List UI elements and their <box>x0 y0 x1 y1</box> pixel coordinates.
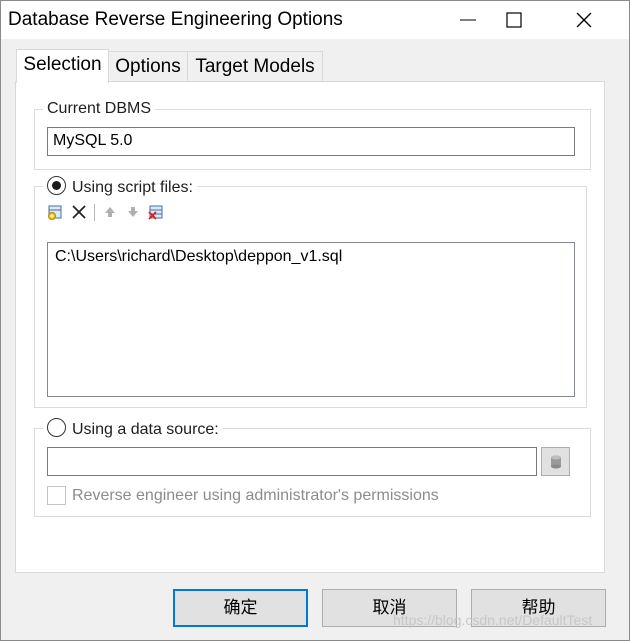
data-source-group: Using a data source: Reverse engineer us… <box>34 418 591 517</box>
delete-icon[interactable] <box>71 204 87 220</box>
script-files-list[interactable]: C:\Users\richard\Desktop\deppon_v1.sql <box>47 242 575 397</box>
script-files-legend: Using script files: <box>43 176 197 198</box>
list-item[interactable]: C:\Users\richard\Desktop\deppon_v1.sql <box>55 247 342 267</box>
tab-selection[interactable]: Selection <box>16 49 109 83</box>
move-down-icon[interactable] <box>125 204 141 220</box>
maximize-button[interactable] <box>491 1 537 39</box>
dbms-field[interactable]: MySQL 5.0 <box>47 127 575 156</box>
script-files-group: Using script files: C:\Users\richard\Des <box>34 176 587 408</box>
admin-permissions-label: Reverse engineer using administrator's p… <box>72 487 439 504</box>
maximize-icon <box>506 12 522 28</box>
script-files-label: Using script files: <box>72 179 193 196</box>
current-dbms-label: Current DBMS <box>43 99 156 119</box>
current-dbms-group: Current DBMS MySQL 5.0 <box>34 99 591 170</box>
minimize-icon <box>460 19 476 21</box>
tab-panel-selection: Current DBMS MySQL 5.0 Using script file… <box>15 81 605 573</box>
title-bar: Database Reverse Engineering Options <box>1 1 629 39</box>
data-source-radio[interactable] <box>47 418 66 437</box>
window-title: Database Reverse Engineering Options <box>8 9 343 30</box>
admin-permissions-checkbox[interactable] <box>47 486 66 505</box>
data-source-field[interactable] <box>47 447 537 476</box>
add-file-icon[interactable] <box>48 204 64 220</box>
data-source-browse-button[interactable] <box>541 447 570 476</box>
tab-target-models[interactable]: Target Models <box>187 51 323 82</box>
close-button[interactable] <box>561 1 607 39</box>
minimize-button[interactable] <box>445 1 491 39</box>
data-source-icon <box>551 455 561 469</box>
script-files-radio[interactable] <box>47 176 66 195</box>
data-source-legend: Using a data source: <box>43 418 223 440</box>
close-icon <box>576 12 592 28</box>
ok-button[interactable]: 确定 <box>173 589 308 627</box>
data-source-label: Using a data source: <box>72 421 219 438</box>
dialog-window: Database Reverse Engineering Options Sel… <box>0 0 630 641</box>
clear-list-icon[interactable] <box>148 204 164 220</box>
move-up-icon[interactable] <box>102 204 118 220</box>
toolbar-separator <box>94 204 95 221</box>
radio-selected-dot <box>52 181 61 190</box>
tab-options[interactable]: Options <box>108 51 188 82</box>
watermark: https://blog.csdn.net/DefaultTest <box>393 612 593 628</box>
